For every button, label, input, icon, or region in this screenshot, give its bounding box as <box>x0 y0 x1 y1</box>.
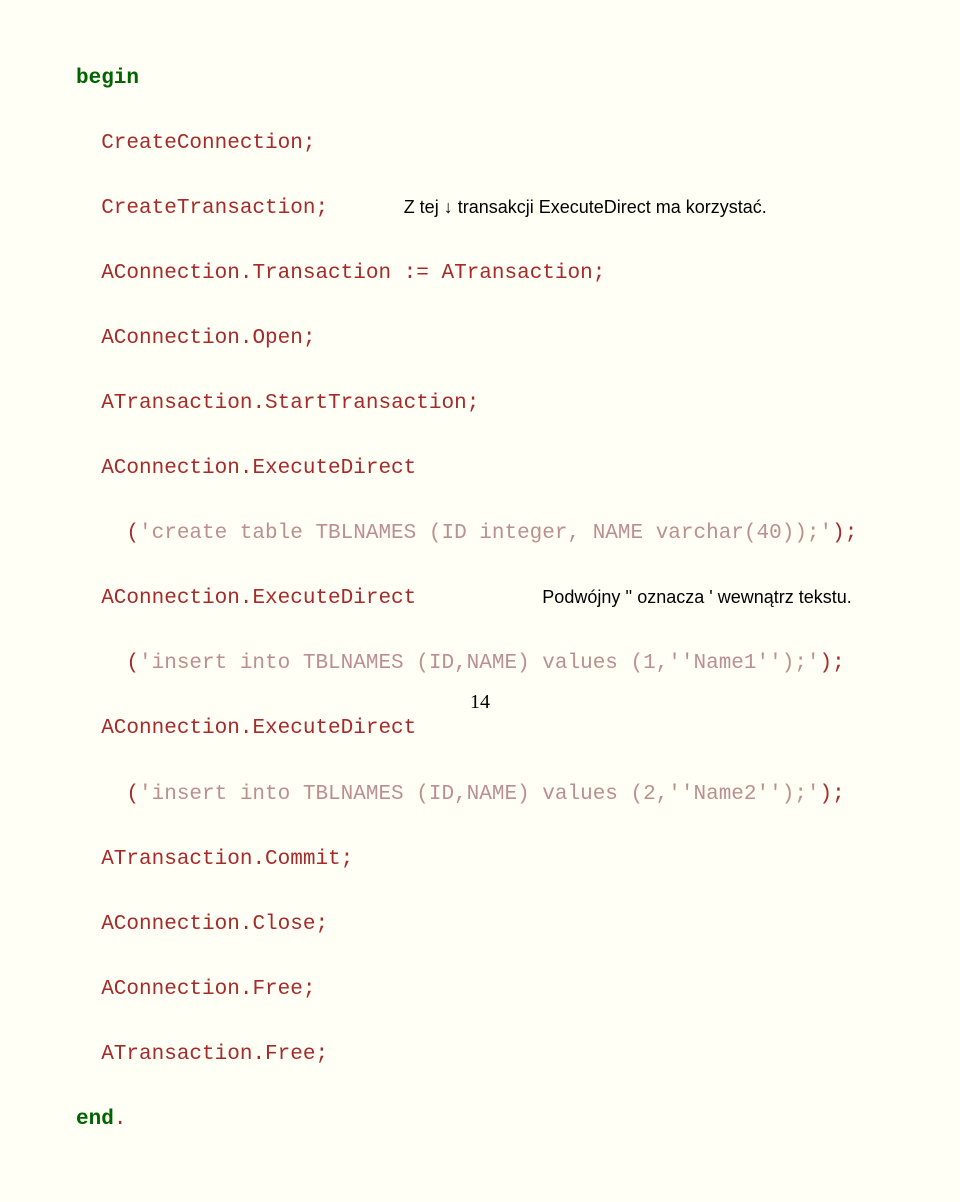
ident: CreateTransaction <box>76 197 315 220</box>
ident: Commit <box>265 848 341 871</box>
ident: AConnection <box>76 457 240 480</box>
ident: ExecuteDirect <box>252 457 416 480</box>
punct: ; <box>467 392 480 415</box>
comment-transaction: Z tej ↓ transakcji ExecuteDirect ma korz… <box>404 194 767 222</box>
punct: . <box>240 913 253 936</box>
punct: ; <box>303 132 316 155</box>
code-block: begin CreateConnection; CreateTransactio… <box>76 30 900 1202</box>
punct: ; <box>315 913 328 936</box>
page-number: 14 <box>0 687 960 718</box>
ident: Close <box>252 913 315 936</box>
ident: ATransaction <box>441 262 592 285</box>
string-literal: 'create table TBLNAMES (ID integer, NAME… <box>139 522 832 545</box>
kw-begin: begin <box>76 67 139 90</box>
punct: ); <box>820 783 845 806</box>
punct: ( <box>76 783 139 806</box>
punct: . <box>240 717 253 740</box>
ident: Open <box>252 327 302 350</box>
punct: ; <box>593 262 606 285</box>
punct: ( <box>76 652 139 675</box>
punct: ; <box>303 327 316 350</box>
op: := <box>391 262 441 285</box>
ident: AConnection <box>76 262 240 285</box>
string-literal: 'insert into TBLNAMES (ID,NAME) values (… <box>139 652 820 675</box>
punct: ( <box>76 522 139 545</box>
punct: . <box>240 327 253 350</box>
ident: Transaction <box>252 262 391 285</box>
ident: AConnection <box>76 327 240 350</box>
ident: Free <box>265 1043 315 1066</box>
string-literal: 'insert into TBLNAMES (ID,NAME) values (… <box>139 783 820 806</box>
ident: ATransaction <box>76 1043 252 1066</box>
punct: ; <box>315 197 328 220</box>
page: begin CreateConnection; CreateTransactio… <box>0 0 960 742</box>
ident: CreateConnection <box>76 132 303 155</box>
punct: ; <box>341 848 354 871</box>
punct: . <box>240 262 253 285</box>
ident: ATransaction <box>76 848 252 871</box>
punct: ; <box>303 978 316 1001</box>
punct: . <box>240 457 253 480</box>
ident: AConnection <box>76 913 240 936</box>
punct: ); <box>832 522 857 545</box>
punct: . <box>240 978 253 1001</box>
comment-double-quote: Podwójny '' oznacza ' wewnątrz tekstu. <box>542 584 851 612</box>
punct: . <box>114 1108 127 1131</box>
ident: AConnection <box>76 587 240 610</box>
punct: ); <box>820 652 845 675</box>
ident: StartTransaction <box>265 392 467 415</box>
ident: ExecuteDirect <box>252 717 416 740</box>
punct: . <box>240 587 253 610</box>
punct: . <box>252 848 265 871</box>
punct: ; <box>315 1043 328 1066</box>
ident: Free <box>252 978 302 1001</box>
ident: AConnection <box>76 978 240 1001</box>
ident: ATransaction <box>76 392 252 415</box>
punct: . <box>252 392 265 415</box>
kw-end: end <box>76 1108 114 1131</box>
ident: AConnection <box>76 717 240 740</box>
punct: . <box>252 1043 265 1066</box>
ident: ExecuteDirect <box>252 587 416 610</box>
